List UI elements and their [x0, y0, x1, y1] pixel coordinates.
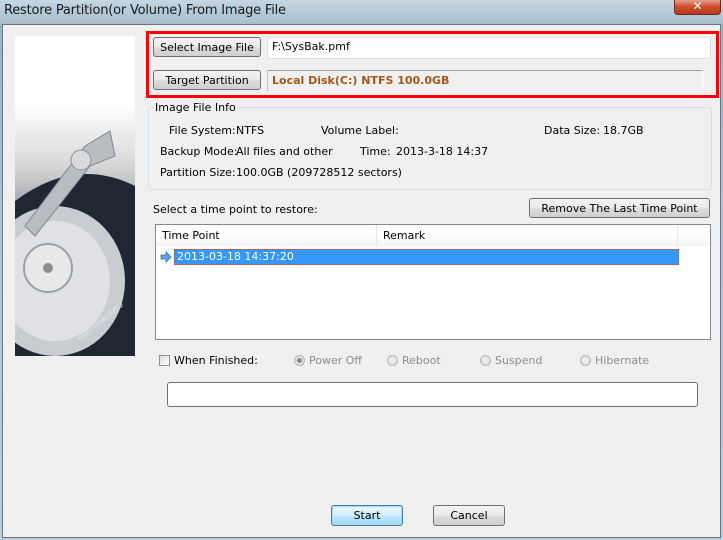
partition-size-label: Partition Size:: [160, 166, 236, 179]
file-system-label: File System:: [169, 124, 236, 137]
partition-size-value: 100.0GB (209728512 sectors): [236, 166, 402, 179]
reboot-label: Reboot: [402, 354, 441, 367]
data-size-value: 18.7GB: [603, 124, 644, 137]
power-off-radio[interactable]: [294, 355, 305, 366]
column-header-remark[interactable]: Remark: [377, 225, 678, 246]
start-button[interactable]: Start: [331, 505, 403, 526]
data-size-label: Data Size:: [544, 124, 601, 137]
window-title: Restore Partition(or Volume) From Image …: [4, 3, 286, 18]
time-label: Time:: [360, 145, 391, 158]
list-item[interactable]: 2013-03-18 14:37:20: [160, 249, 679, 266]
arrow-right-icon: [160, 251, 172, 263]
target-partition-field: Local Disk(C:) NTFS 100.0GB: [267, 70, 703, 92]
time-point-cell: 2013-03-18 14:37:20: [174, 249, 679, 265]
suspend-label: Suspend: [495, 354, 543, 367]
hard-disk-illustration: PARTITIONGURU: [15, 130, 135, 356]
volume-label-label: Volume Label:: [321, 124, 399, 137]
hibernate-radio[interactable]: [580, 355, 591, 366]
file-system-value: NTFS: [236, 124, 265, 137]
select-image-file-button[interactable]: Select Image File: [153, 37, 261, 57]
image-file-path-field[interactable]: F:\SysBak.pmf: [267, 37, 711, 59]
column-header-time-point[interactable]: Time Point: [156, 225, 377, 246]
dialog-body: PARTITIONGURU Select Image File F:\SysBa…: [2, 24, 721, 538]
time-point-prompt: Select a time point to restore:: [153, 203, 318, 216]
backup-mode-label: Backup Mode:: [160, 145, 238, 158]
power-off-label: Power Off: [309, 354, 362, 367]
backup-mode-value: All files and other: [236, 145, 333, 158]
list-header: Time Point Remark: [156, 225, 710, 246]
reboot-radio[interactable]: [387, 355, 398, 366]
hard-disk-banner-image: PARTITIONGURU: [15, 36, 135, 356]
when-finished-label: When Finished:: [174, 354, 258, 367]
progress-bar: [167, 382, 698, 407]
spindle-center: [43, 263, 53, 273]
suspend-radio[interactable]: [480, 355, 491, 366]
cancel-button[interactable]: Cancel: [433, 505, 505, 526]
time-point-list[interactable]: Time Point Remark 2013-03-18 14:37:20: [155, 224, 711, 340]
hibernate-label: Hibernate: [595, 354, 650, 367]
remove-last-time-point-button[interactable]: Remove The Last Time Point: [529, 198, 710, 218]
target-partition-button[interactable]: Target Partition: [153, 70, 261, 90]
close-button[interactable]: ✕: [674, 0, 721, 15]
close-icon: ✕: [692, 0, 703, 13]
when-finished-checkbox[interactable]: [159, 355, 170, 366]
title-bar: Restore Partition(or Volume) From Image …: [0, 0, 723, 24]
image-file-info-title: Image File Info: [153, 101, 238, 114]
time-value: 2013-3-18 14:37: [396, 145, 489, 158]
pivot-shape: [70, 149, 92, 171]
